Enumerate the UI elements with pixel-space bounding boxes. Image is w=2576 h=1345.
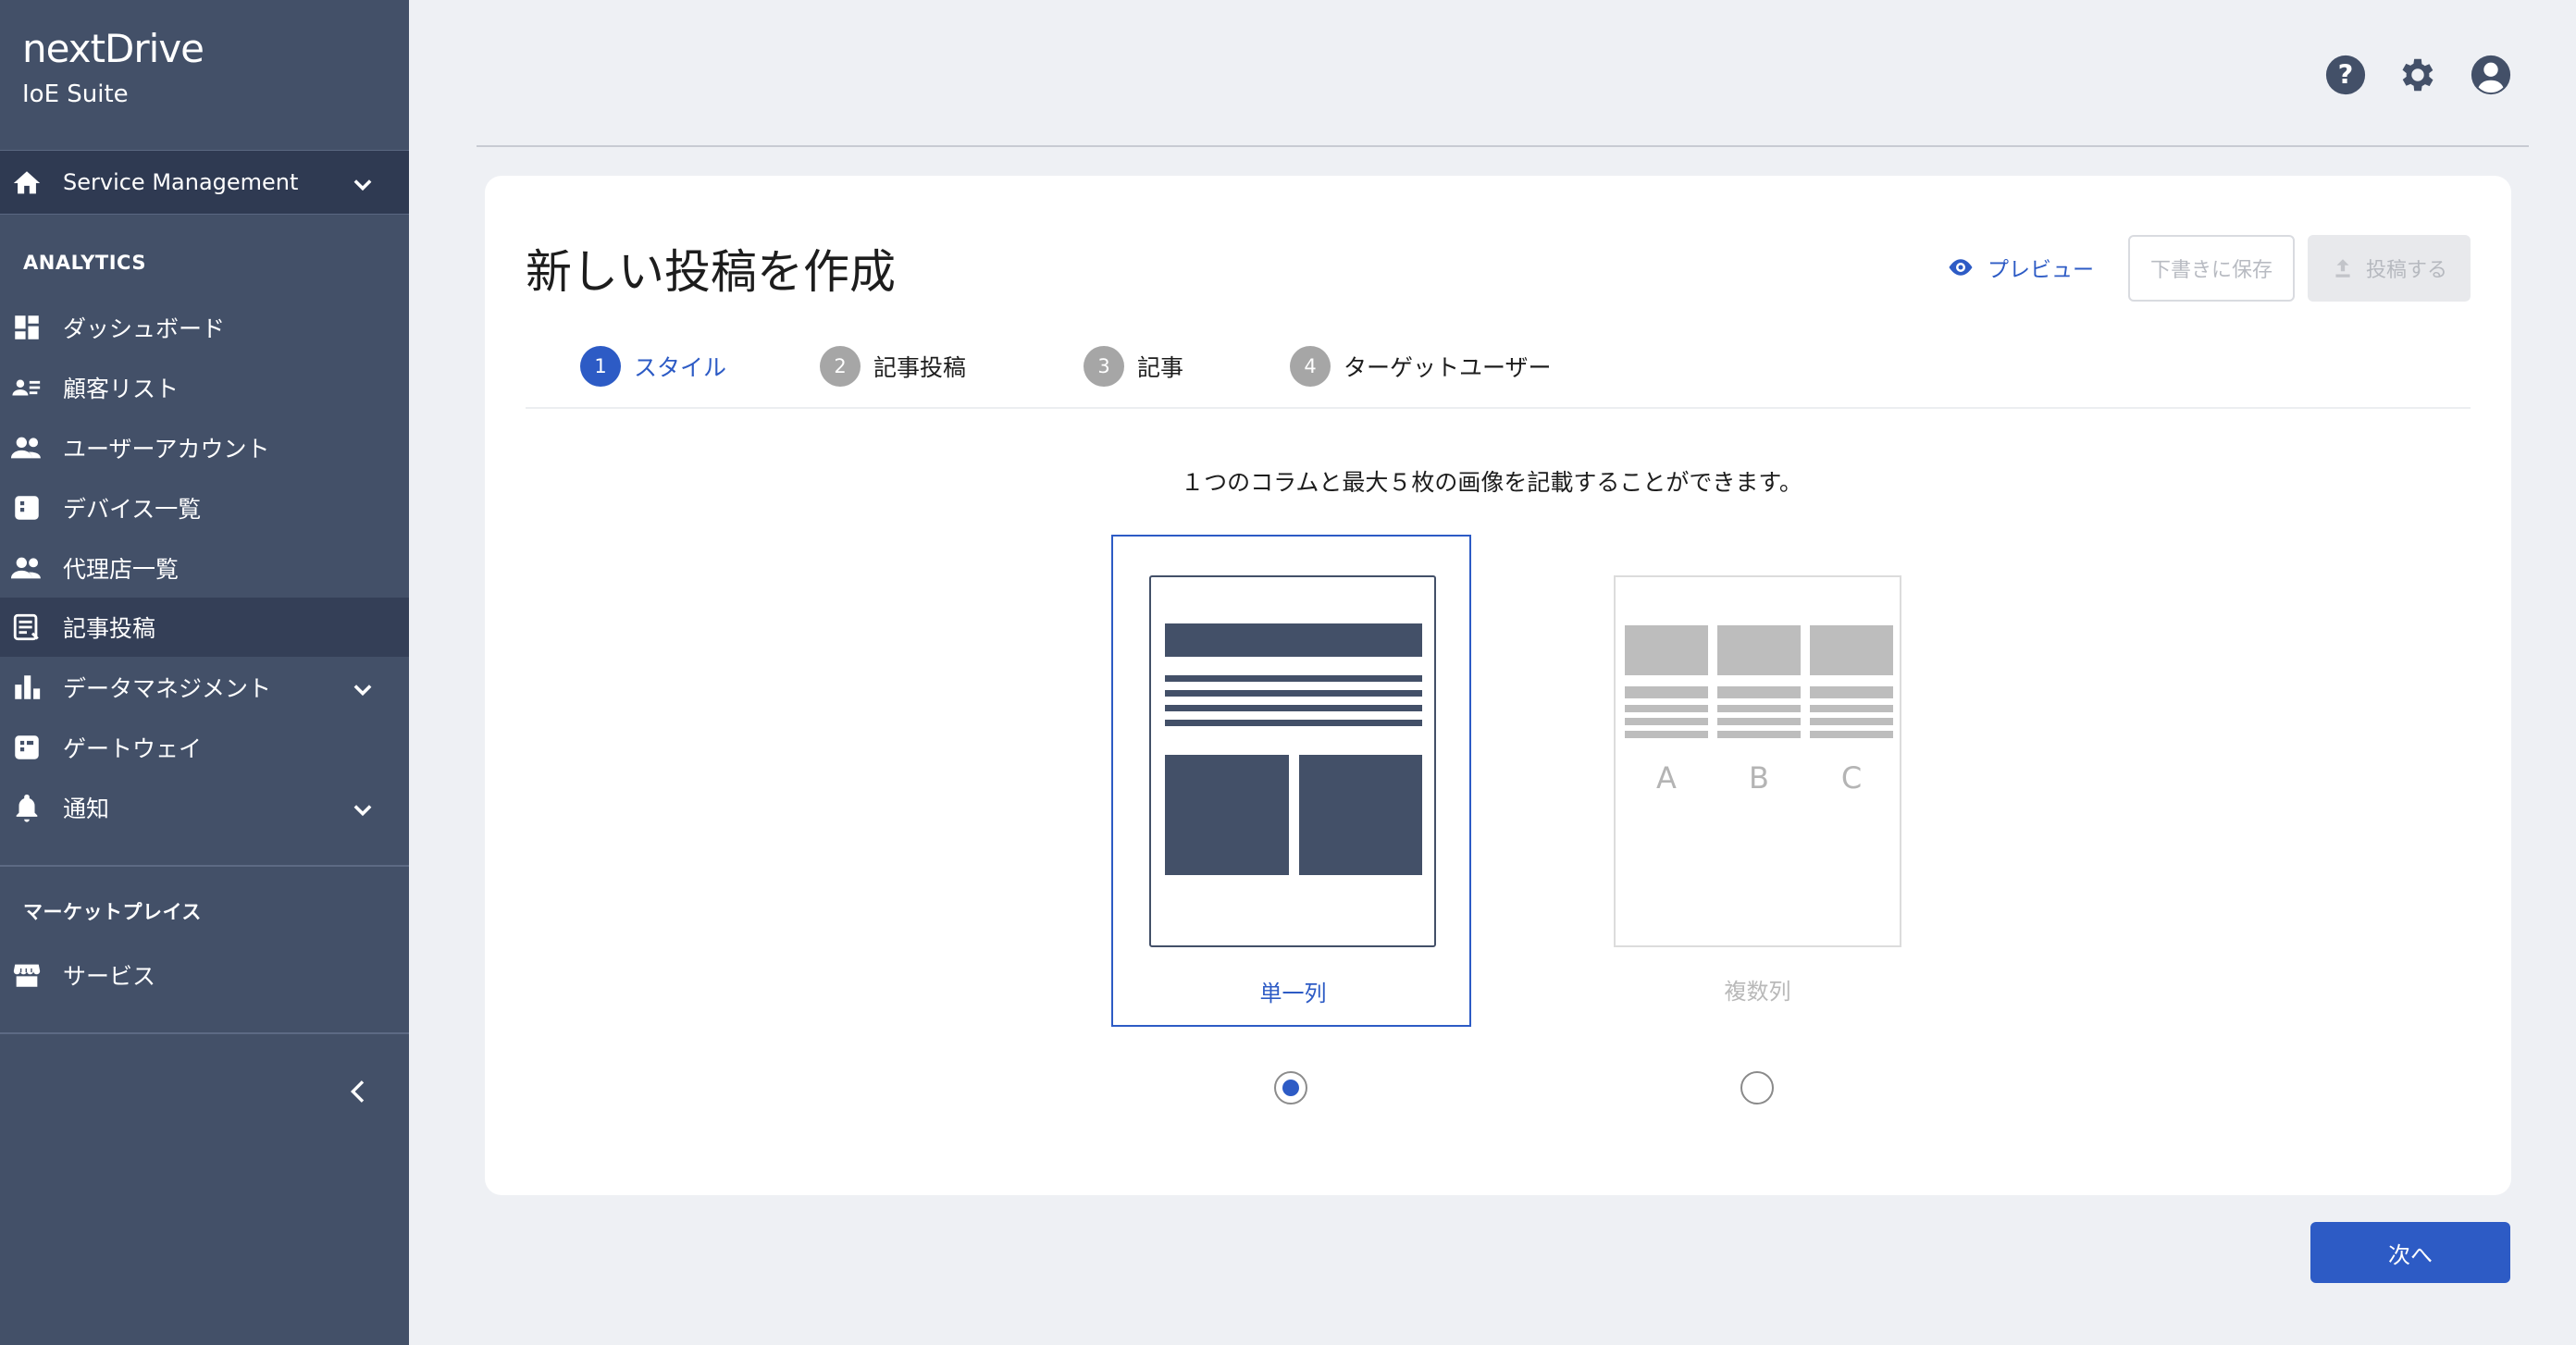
step-label: スタイル	[634, 354, 727, 381]
gear-icon[interactable]	[2396, 54, 2439, 96]
sidebar-divider	[0, 1032, 409, 1034]
step-number: 1	[580, 346, 621, 387]
sidebar-item-customer-list[interactable]: 顧客リスト	[0, 358, 409, 417]
store-icon	[13, 964, 41, 987]
stepper-divider	[526, 407, 2471, 409]
service-management-label: Service Management	[63, 169, 299, 195]
sidebar-item-label: ダッシュボード	[63, 315, 226, 342]
step-label: 記事	[1137, 354, 1184, 381]
sidebar-item-label: サービス	[63, 963, 156, 990]
step-number: 4	[1290, 346, 1331, 387]
sidebar-item-label: データマネジメント	[63, 675, 272, 702]
chevron-down-icon	[353, 179, 372, 191]
agency-list-icon	[11, 557, 41, 579]
publish-label: 投稿する	[2365, 259, 2447, 282]
sidebar-item-notifications[interactable]: 通知	[0, 778, 409, 837]
user-accounts-icon	[11, 437, 41, 459]
single-column-radio[interactable]	[1274, 1071, 1307, 1104]
multi-column-option[interactable]: A B C	[1614, 575, 1901, 947]
create-post-card	[485, 176, 2511, 1195]
step-label: 記事投稿	[873, 354, 967, 381]
article-post-icon	[13, 613, 39, 641]
bar-chart-icon	[15, 675, 41, 699]
header-divider	[477, 145, 2529, 147]
multi-column-radio[interactable]	[1740, 1071, 1774, 1104]
column-letter: C	[1840, 760, 1863, 796]
sidebar-item-article-post[interactable]: 記事投稿	[0, 598, 409, 657]
sidebar-item-label: 顧客リスト	[63, 376, 180, 402]
preview-button[interactable]: プレビュー	[1947, 252, 2094, 283]
dashboard-icon	[15, 315, 39, 339]
publish-button[interactable]: 投稿する	[2308, 235, 2471, 302]
sidebar-item-service[interactable]: サービス	[0, 945, 409, 1005]
gateway-icon	[15, 735, 39, 759]
step-article-post[interactable]: 2 記事投稿	[820, 346, 966, 387]
sidebar-item-label: ユーザーアカウント	[63, 436, 270, 463]
collapse-sidebar-chevron-left-icon[interactable]	[344, 1077, 374, 1106]
single-column-label: 単一列	[1259, 981, 1327, 1006]
step-target-users[interactable]: 4 ターゲットユーザー	[1290, 346, 1552, 387]
sidebar-item-label: 通知	[63, 796, 110, 822]
brand: nextDrive IoE Suite	[22, 26, 204, 108]
sidebar-item-data-management[interactable]: データマネジメント	[0, 658, 409, 717]
sidebar-item-label: 代理店一覧	[63, 556, 180, 583]
sidebar-divider	[0, 865, 409, 867]
column-letter: B	[1749, 760, 1769, 796]
eye-icon	[1949, 259, 1973, 276]
sidebar-item-gateway[interactable]: ゲートウェイ	[0, 718, 409, 777]
svg-text:?: ?	[2338, 59, 2354, 91]
customer-list-icon	[12, 379, 41, 396]
preview-label: プレビュー	[1988, 258, 2094, 282]
analytics-section-header: ANALYTICS	[23, 252, 146, 274]
service-management-selector[interactable]: Service Management	[0, 150, 409, 215]
sidebar: nextDrive IoE Suite Service Management A…	[0, 0, 409, 1345]
instruction-text: １つのコラムと最大５枚の画像を記載することができます。	[1181, 469, 1802, 496]
upload-icon	[2335, 259, 2350, 278]
multi-column-label: 複数列	[1724, 979, 1791, 1005]
step-style[interactable]: 1 スタイル	[580, 346, 726, 387]
column-letter: A	[1656, 760, 1677, 796]
chevron-down-icon	[353, 685, 372, 697]
sidebar-item-agency-list[interactable]: 代理店一覧	[0, 538, 409, 598]
page-title: 新しい投稿を作成	[526, 245, 896, 299]
chevron-down-icon	[353, 805, 372, 817]
bell-icon	[16, 794, 38, 822]
next-button[interactable]: 次へ	[2310, 1222, 2510, 1283]
account-icon[interactable]	[2470, 54, 2512, 96]
step-number: 3	[1084, 346, 1124, 387]
step-number: 2	[820, 346, 861, 387]
step-label: ターゲットユーザー	[1344, 354, 1552, 381]
single-column-illustration	[1149, 575, 1436, 947]
step-article[interactable]: 3 記事	[1084, 346, 1183, 387]
sidebar-item-dashboard[interactable]: ダッシュボード	[0, 298, 409, 357]
save-draft-button[interactable]: 下書きに保存	[2128, 235, 2295, 302]
single-column-option[interactable]: 単一列	[1111, 535, 1471, 1027]
marketplace-section-header: マーケットプレイス	[23, 901, 202, 923]
help-icon[interactable]: ?	[2324, 54, 2367, 96]
brand-suite-name: IoE Suite	[22, 80, 129, 108]
brand-logo: nextDrive	[22, 26, 204, 71]
home-icon	[13, 171, 41, 194]
sidebar-item-label: ゲートウェイ	[63, 735, 203, 762]
sidebar-item-label: 記事投稿	[63, 615, 156, 642]
